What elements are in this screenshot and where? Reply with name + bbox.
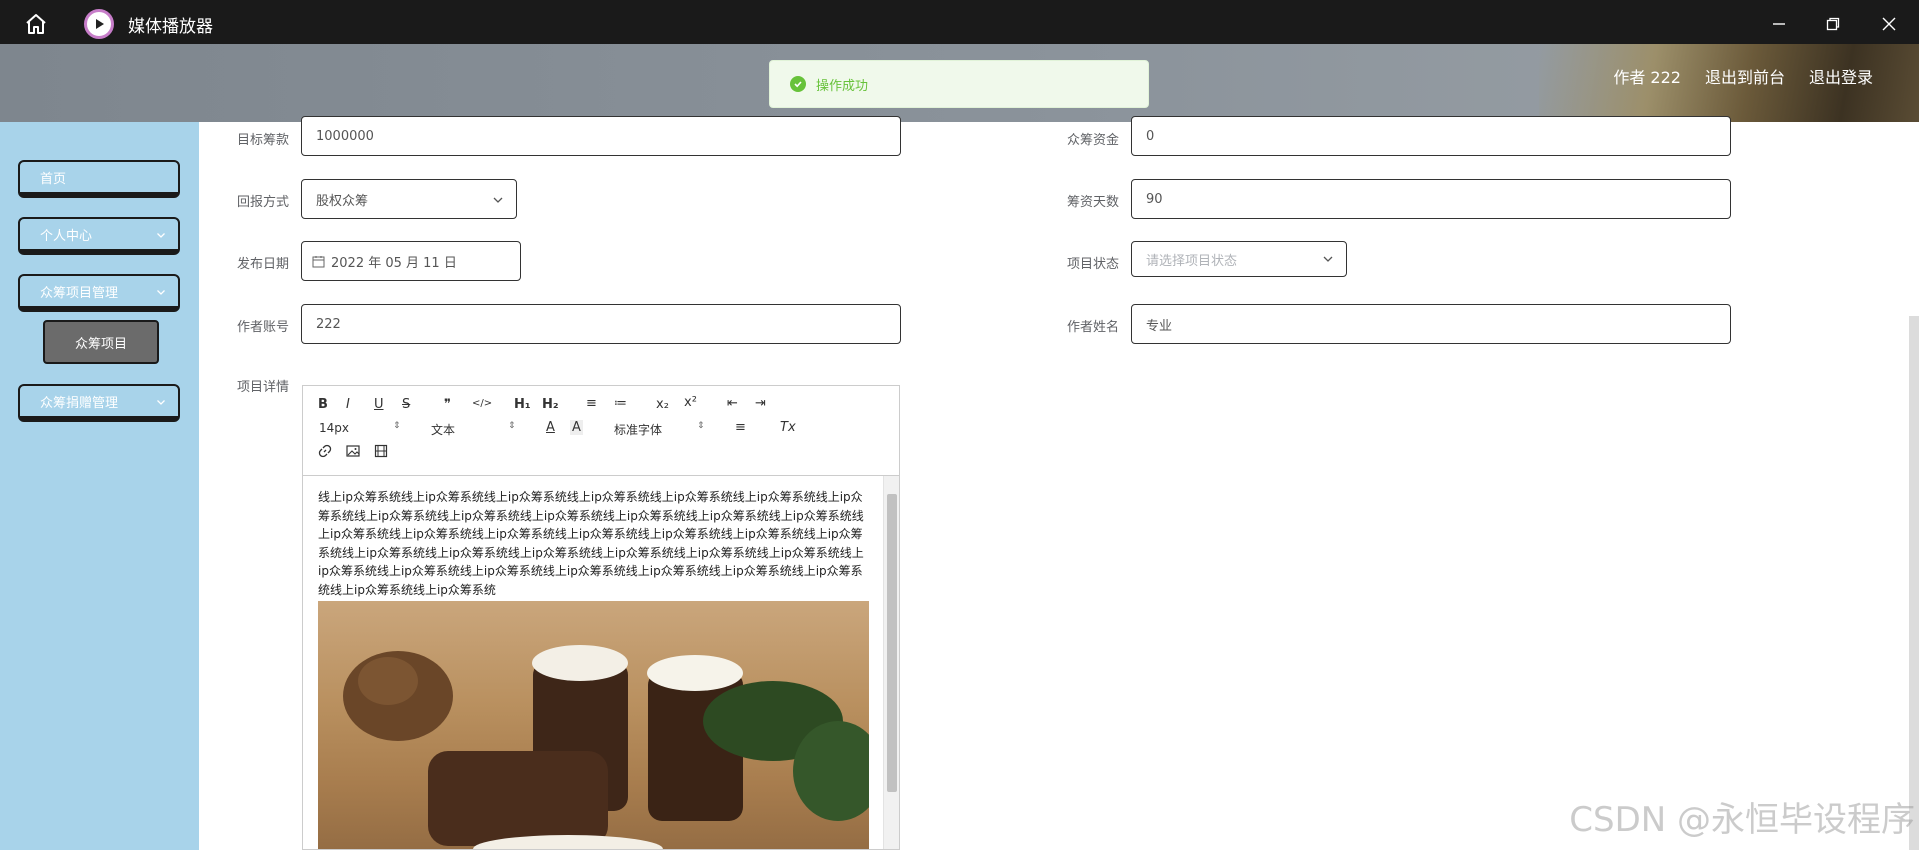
target-amount-input[interactable]: 1000000 [301,116,901,156]
publish-date-picker[interactable]: 2022 年 05 月 11 日 [301,241,521,281]
return-method-label: 回报方式 [236,195,289,210]
funds-input[interactable]: 0 [1131,116,1731,156]
close-button[interactable] [1867,6,1911,42]
font-color-button[interactable]: A [546,420,555,435]
target-amount-value: 1000000 [316,128,374,144]
link-icon[interactable] [318,444,332,462]
blockquote-button[interactable]: ❞ [444,397,451,412]
sidebar-item-personal-center[interactable]: 个人中心 [18,217,180,255]
sidebar-subitem-label: 众筹项目 [74,336,127,352]
editor-content[interactable]: 线上ip众筹系统线上ip众筹系统线上ip众筹系统线上ip众筹系统线上ip众筹系统… [303,476,899,849]
sidebar-item-label: 众筹项目管理 [40,285,119,301]
logout-link[interactable]: 退出登录 [1809,64,1873,88]
sidebar-item-donation-management[interactable]: 众筹捐赠管理 [18,384,180,422]
font-family-select[interactable]: 标准字体 [614,421,662,438]
publish-date-value: 2022 年 05 月 11 日 [331,255,457,271]
funding-days-label: 筹资天数 [1066,195,1119,210]
project-status-placeholder: 请选择项目状态 [1146,253,1238,269]
font-size-select[interactable]: 14px [319,421,349,435]
target-amount-label: 目标筹款 [236,133,289,148]
sidebar-item-home[interactable]: 首页 [18,160,180,198]
success-toast: 操作成功 [769,60,1149,108]
heading-2-button[interactable]: H₂ [542,397,559,412]
title-bar: 媒体播放器 [0,0,1919,48]
align-button[interactable]: ≡ [735,420,746,435]
back-to-front-link[interactable]: 退出到前台 [1705,64,1785,88]
background-color-button[interactable]: A [570,420,583,435]
chevron-down-icon [493,197,503,203]
format-select[interactable]: 文本 [431,421,455,438]
chevron-down-icon [157,400,165,405]
editor-scrollbar[interactable] [883,476,899,849]
image-icon[interactable] [346,444,360,462]
indent-button[interactable]: ⇥ [755,396,766,411]
superscript-button[interactable]: x² [684,395,697,410]
sidebar: 首页 个人中心 众筹项目管理 众筹项目 众筹捐赠管理 [0,122,199,850]
calendar-icon [312,255,325,267]
author-account-value: 222 [316,316,341,332]
editor-text: 线上ip众筹系统线上ip众筹系统线上ip众筹系统线上ip众筹系统线上ip众筹系统… [318,490,864,597]
bullet-list-button[interactable]: ≔ [614,396,627,411]
funding-days-value: 90 [1146,191,1163,207]
funds-label: 众筹资金 [1066,133,1119,148]
updown-icon: ⇕ [697,421,705,431]
chevron-down-icon [157,290,165,295]
heading-1-button[interactable]: H₁ [514,397,531,412]
italic-button[interactable]: I [346,397,350,412]
author-name-input[interactable]: 专业 [1131,304,1731,344]
check-circle-icon [790,76,806,92]
chevron-down-icon [1323,256,1333,262]
project-status-select[interactable]: 请选择项目状态 [1131,241,1347,277]
content-image [318,601,869,849]
code-block-button[interactable]: </> [472,398,492,409]
page-scrollbar[interactable] [1909,316,1919,850]
editor-scroll-thumb[interactable] [887,494,897,792]
home-icon[interactable] [18,6,54,42]
funding-days-input[interactable]: 90 [1131,179,1731,219]
clear-format-button[interactable]: Tx [780,420,796,435]
sidebar-item-label: 众筹捐赠管理 [40,395,119,411]
return-method-select[interactable]: 股权众筹 [301,179,517,219]
editor-toolbar: B I U S ❞ </> H₁ H₂ ≡ ≔ x₂ x² ⇤ ⇥ 14px ⇕… [303,386,899,476]
underline-button[interactable]: U [374,397,384,412]
updown-icon: ⇕ [393,421,401,431]
return-method-value: 股权众筹 [316,193,369,209]
author-name-value: 专业 [1146,318,1173,334]
outdent-button[interactable]: ⇤ [727,396,738,411]
video-icon[interactable] [374,444,388,462]
restore-button[interactable] [1811,6,1855,42]
subscript-button[interactable]: x₂ [656,397,669,412]
project-status-label: 项目状态 [1066,257,1119,272]
sidebar-subitem-projects[interactable]: 众筹项目 [43,320,159,364]
header-links: 作者 222 退出到前台 退出登录 [1613,64,1873,88]
author-name-label: 作者姓名 [1066,320,1119,335]
chevron-down-icon [157,233,165,238]
author-account-input[interactable]: 222 [301,304,901,344]
updown-icon: ⇕ [508,421,516,431]
publish-date-label: 发布日期 [236,257,289,272]
user-label: 作者 222 [1613,68,1681,87]
watermark: CSDN @永恒毕设程序 [1569,800,1915,840]
window-title: 媒体播放器 [128,16,213,37]
ordered-list-button[interactable]: ≡ [586,396,597,411]
sidebar-item-label: 个人中心 [40,228,93,244]
bold-button[interactable]: B [318,397,328,412]
author-account-label: 作者账号 [236,320,289,335]
minimize-button[interactable] [1757,6,1801,42]
funds-value: 0 [1146,128,1155,144]
project-detail-label: 项目详情 [236,380,289,395]
main-content: 目标筹款 1000000 众筹资金 0 回报方式 股权众筹 筹资天数 90 发布… [199,116,1919,850]
app-logo-icon [84,9,114,39]
toast-message: 操作成功 [816,78,869,94]
rich-text-editor: B I U S ❞ </> H₁ H₂ ≡ ≔ x₂ x² ⇤ ⇥ 14px ⇕… [302,385,900,850]
sidebar-item-label: 首页 [40,171,67,187]
sidebar-item-project-management[interactable]: 众筹项目管理 [18,274,180,312]
strike-button[interactable]: S [402,397,410,412]
